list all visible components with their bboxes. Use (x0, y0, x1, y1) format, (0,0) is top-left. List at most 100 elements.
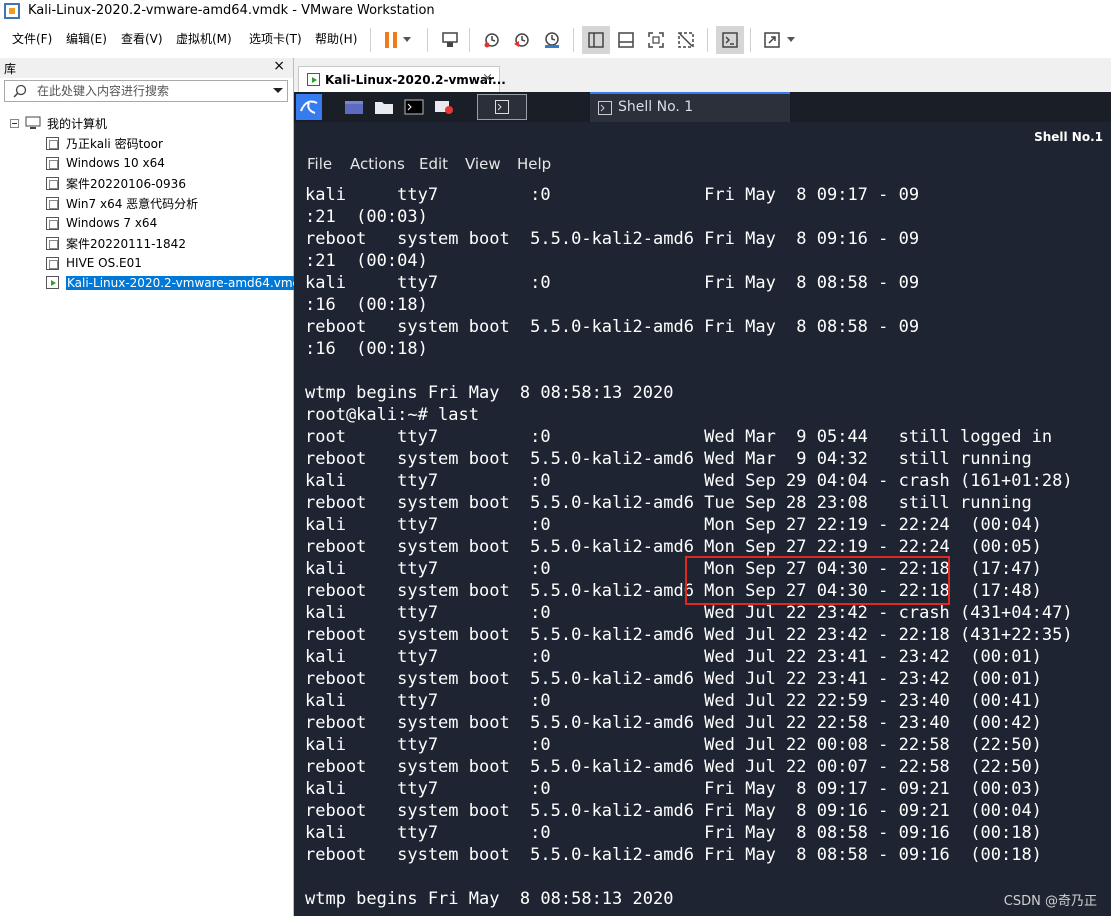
send-ctrl-alt-del-icon[interactable] (436, 26, 464, 54)
tree-item-vm[interactable]: HIVE OS.E01 (46, 254, 142, 272)
window-title: Kali-Linux-2020.2-vmware-amd64.vmdk - VM… (28, 3, 435, 18)
terminal-menu-help[interactable]: Help (517, 155, 551, 173)
tree-item-label: 案件20220111-1842 (66, 236, 186, 251)
tree-item-label: 案件20220106-0936 (66, 176, 186, 191)
full-screen-icon[interactable] (642, 26, 670, 54)
library-panel: 库 × 我的计算机 乃正kali 密码toor Windows 10 x64 案… (0, 58, 301, 916)
tree-item-label: HIVE OS.E01 (66, 256, 142, 270)
terminal-line: reboot system boot 5.5.0-kali2-amd6 Fri … (305, 801, 1042, 821)
file-manager-icon[interactable] (374, 98, 394, 116)
vm-tab-bar: Kali-Linux-2020.2-vmwar... × (294, 58, 1111, 93)
kali-top-panel: Shell No. 1 (294, 92, 1111, 122)
vm-tab[interactable]: Kali-Linux-2020.2-vmwar... × (298, 66, 506, 93)
guest-display[interactable]: Shell No. 1 Shell No.1 File Actions Edit… (294, 92, 1111, 916)
tree-item-label: Kali-Linux-2020.2-vmware-amd64.vmc (66, 276, 301, 290)
vm-tab-label: Kali-Linux-2020.2-vmwar... (325, 73, 506, 87)
menu-tabs[interactable]: 选项卡(T) (249, 30, 302, 47)
screen-recorder-icon[interactable] (434, 98, 454, 116)
tree-item-vm[interactable]: 案件20220106-0936 (46, 174, 186, 192)
kali-menu-icon[interactable] (296, 94, 322, 120)
csdn-watermark: CSDN @奇乃正 (1003, 894, 1097, 909)
tree-item-vm[interactable]: Windows 10 x64 (46, 154, 165, 172)
tree-item-vm[interactable]: 乃正kali 密码toor (46, 134, 163, 152)
terminal-line: kali tty7 :0 Fri May 8 08:58 - 09:16 (00… (305, 823, 1042, 843)
search-icon (13, 84, 27, 98)
terminal-line: reboot system boot 5.5.0-kali2-amd6 Fri … (305, 317, 920, 337)
search-input[interactable] (35, 83, 269, 99)
menu-vm[interactable]: 虚拟机(M) (176, 30, 232, 47)
terminal-line: kali tty7 :0 Wed Jul 22 23:41 - 23:42 (0… (305, 647, 1042, 667)
chevron-down-icon[interactable] (273, 83, 283, 97)
tree-item-label: 乃正kali 密码toor (66, 136, 163, 151)
terminal-line: root@kali:~# last (305, 405, 479, 425)
library-header: 库 × (0, 58, 293, 78)
terminal-line: kali tty7 :0 Wed Jul 22 23:42 - crash (4… (305, 603, 1073, 623)
stretch-dropdown-icon[interactable] (782, 26, 800, 54)
menu-help[interactable]: 帮助(H) (315, 30, 357, 47)
menu-toolbar: 文件(F) 编辑(E) 查看(V) 虚拟机(M) 选项卡(T) 帮助(H) (0, 22, 1111, 59)
toolbar-separator (427, 28, 428, 52)
tree-item-vm[interactable]: Win7 x64 恶意代码分析 (46, 194, 198, 212)
terminal-line: kali tty7 :0 Wed Sep 29 04:04 - crash (1… (305, 471, 1073, 491)
tree-root-my-computer[interactable]: 我的计算机 (10, 114, 107, 132)
tree-item-label: Windows 7 x64 (66, 216, 158, 230)
terminal-line: reboot system boot 5.5.0-kali2-amd6 Wed … (305, 625, 1073, 645)
terminal-line: kali tty7 :0 Wed Jul 22 00:08 - 22:58 (2… (305, 735, 1042, 755)
snapshot-manager-icon[interactable] (538, 26, 566, 54)
vm-icon (46, 196, 59, 210)
terminal-icon (495, 100, 509, 114)
revert-snapshot-icon[interactable] (508, 26, 536, 54)
terminal-line: reboot system boot 5.5.0-kali2-amd6 Fri … (305, 845, 1042, 865)
menu-edit[interactable]: 编辑(E) (66, 30, 107, 47)
terminal-window-titlebar: Shell No.1 (294, 122, 1111, 150)
terminal-line: wtmp begins Fri May 8 08:58:13 2020 (305, 889, 674, 909)
terminal-line: wtmp begins Fri May 8 08:58:13 2020 (305, 383, 674, 403)
dropdown-icon[interactable] (398, 26, 416, 54)
terminal-line: reboot system boot 5.5.0-kali2-amd6 Wed … (305, 669, 1042, 689)
terminal-line: reboot system boot 5.5.0-kali2-amd6 Wed … (305, 449, 1032, 469)
terminal-icon[interactable] (404, 98, 424, 116)
vm-icon (46, 256, 59, 270)
tree-item-vm-selected[interactable]: Kali-Linux-2020.2-vmware-amd64.vmc (46, 274, 301, 292)
workspace-icon[interactable] (344, 98, 364, 116)
snapshot-icon[interactable] (478, 26, 506, 54)
toolbar-separator (707, 28, 708, 52)
library-search[interactable] (4, 80, 288, 102)
tree-item-label: Windows 10 x64 (66, 156, 165, 170)
taskbar-shell-label: Shell No. 1 (618, 99, 694, 115)
vmware-app-icon (4, 3, 20, 19)
terminal-menu-actions[interactable]: Actions (350, 155, 405, 173)
terminal-output[interactable]: kali tty7 :0 Fri May 8 09:17 - 09 :21 (0… (305, 184, 1105, 910)
menu-view[interactable]: 查看(V) (121, 30, 163, 47)
terminal-window-title: Shell No.1 (1034, 130, 1103, 144)
terminal-line: kali tty7 :0 Mon Sep 27 22:19 - 22:24 (0… (305, 515, 1042, 535)
close-icon[interactable]: × (273, 58, 285, 74)
tree-item-vm[interactable]: 案件20220111-1842 (46, 234, 186, 252)
tab-close-icon[interactable]: × (482, 71, 493, 86)
vm-icon (46, 176, 59, 190)
library-title: 库 (4, 62, 17, 76)
terminal-icon (598, 101, 612, 115)
taskbar-shell-tab[interactable]: Shell No. 1 (590, 92, 790, 122)
tree-root-label: 我的计算机 (47, 116, 108, 131)
terminal-line: :21 (00:03) (305, 207, 428, 227)
menu-file[interactable]: 文件(F) (12, 30, 52, 47)
library-view-icon[interactable] (582, 26, 610, 54)
vm-icon (46, 236, 59, 250)
terminal-line: kali tty7 :0 Fri May 8 08:58 - 09 (305, 273, 920, 293)
unity-icon[interactable] (672, 26, 700, 54)
terminal-menu-bar: File Actions Edit View Help (294, 150, 1111, 180)
terminal-menu-view[interactable]: View (465, 155, 501, 173)
thumbnail-view-icon[interactable] (612, 26, 640, 54)
tree-item-vm[interactable]: Windows 7 x64 (46, 214, 157, 232)
terminal-line: root tty7 :0 Wed Mar 9 05:44 still logge… (305, 427, 1053, 447)
console-view-icon[interactable] (716, 26, 744, 54)
title-bar: Kali-Linux-2020.2-vmware-amd64.vmdk - VM… (0, 0, 1111, 22)
terminal-line: :16 (00:18) (305, 339, 428, 359)
terminal-line: reboot system boot 5.5.0-kali2-amd6 Wed … (305, 713, 1042, 733)
collapse-icon[interactable] (10, 118, 19, 128)
terminal-menu-file[interactable]: File (307, 155, 332, 173)
terminal-menu-edit[interactable]: Edit (419, 155, 448, 173)
toolbar-separator (750, 28, 751, 52)
terminal-task-button[interactable] (477, 94, 527, 120)
